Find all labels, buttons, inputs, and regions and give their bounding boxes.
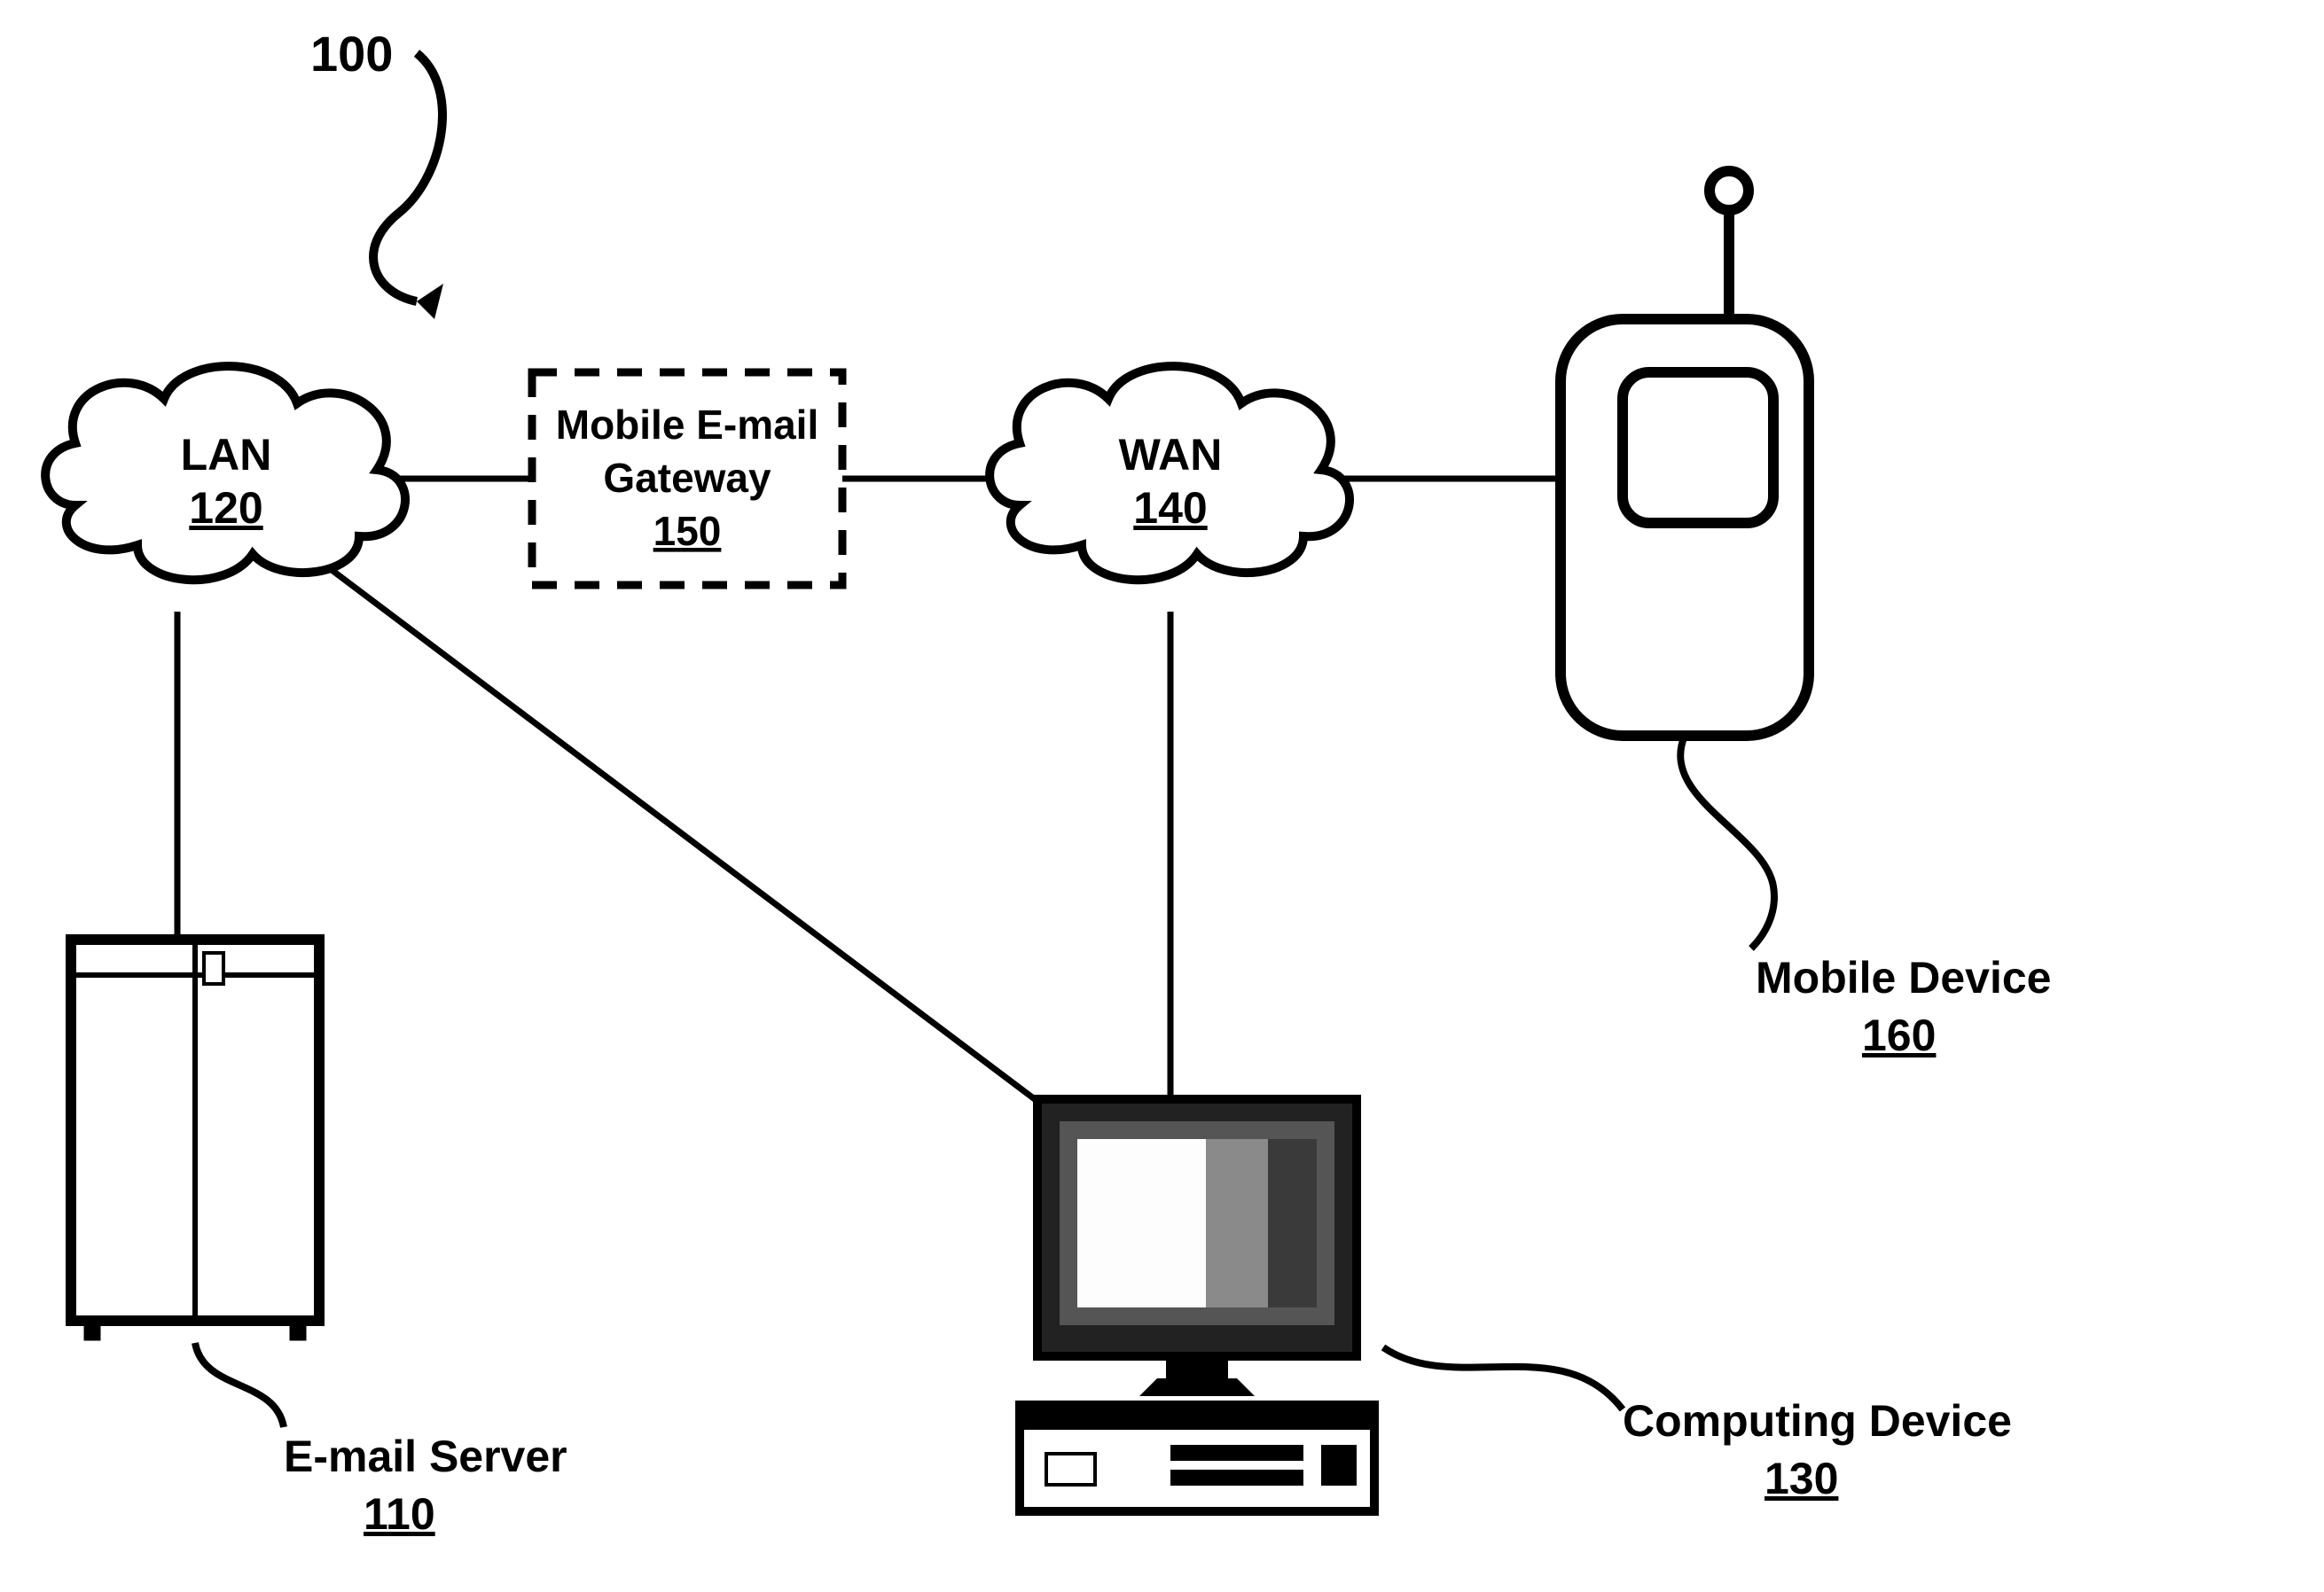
network-diagram: 100 LAN 120 Mobile E-mail Gateway 150 WA… <box>0 0 2324 1592</box>
lan-label: LAN <box>181 430 272 480</box>
email-server-icon <box>71 940 319 1427</box>
figure-ref-label: 100 <box>310 26 393 82</box>
computer-ref: 130 <box>1765 1454 1838 1503</box>
mobile-device-caption: Mobile Device 160 <box>1756 953 2051 1060</box>
gateway-box: Mobile E-mail Gateway 150 <box>532 372 842 585</box>
mobile-ref: 160 <box>1862 1011 1936 1060</box>
computer-label: Computing Device <box>1623 1396 2012 1446</box>
email-server-caption: E-mail Server 110 <box>284 1432 567 1539</box>
lan-ref: 120 <box>189 483 262 533</box>
connections <box>177 479 1561 1135</box>
computing-device-caption: Computing Device 130 <box>1623 1396 2012 1503</box>
wan-cloud: WAN 140 <box>990 366 1350 580</box>
wan-ref: 140 <box>1133 483 1207 533</box>
wan-label: WAN <box>1119 430 1223 480</box>
lan-cloud: LAN 120 <box>45 366 405 580</box>
computing-device-icon <box>1020 1099 1623 1511</box>
gateway-ref: 150 <box>653 508 722 554</box>
mobile-device-icon <box>1561 171 1809 948</box>
figure-ref: 100 <box>310 26 443 319</box>
server-label: E-mail Server <box>284 1432 567 1481</box>
gateway-label-line1: Mobile E-mail <box>556 402 818 448</box>
server-ref: 110 <box>364 1489 435 1539</box>
mobile-label: Mobile Device <box>1756 953 2051 1003</box>
gateway-label-line2: Gateway <box>603 455 771 501</box>
